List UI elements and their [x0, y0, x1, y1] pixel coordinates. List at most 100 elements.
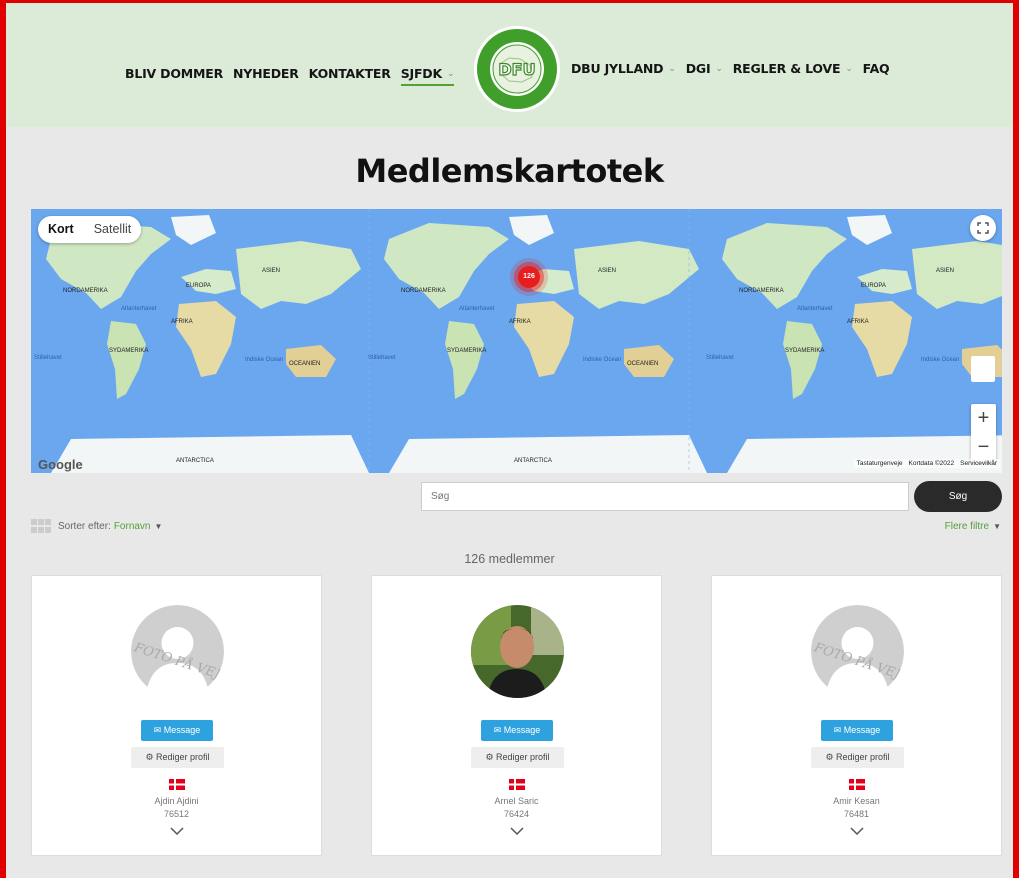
- chevron-down-icon: ⌄: [715, 63, 723, 74]
- map-label-oceania: OCEANIEN: [627, 361, 659, 367]
- member-map[interactable]: NORDAMERIKA EUROPA ASIEN AFRIKA SYDAMERI…: [31, 209, 1002, 473]
- map-label-africa: AFRIKA: [847, 319, 869, 325]
- envelope-icon: ✉: [153, 725, 162, 735]
- member-card: ✉ Message ⚙ Rediger profil Arnel Saric 7…: [371, 575, 662, 856]
- grid-view-icon[interactable]: [31, 519, 51, 533]
- zoom-out-button[interactable]: −: [971, 433, 996, 462]
- main-nav-right: DBU JYLLAND ⌄ DGI ⌄ REGLER & LOVE ⌄ FAQ: [571, 61, 899, 76]
- map-label-pacific: Stillehavet: [368, 355, 396, 361]
- map-type-map-button[interactable]: Kort: [38, 216, 84, 243]
- map-label-pacific: Stillehavet: [706, 355, 734, 361]
- message-button[interactable]: ✉ Message: [481, 720, 553, 741]
- map-tiles: [46, 209, 1002, 473]
- fullscreen-icon: [977, 222, 989, 234]
- map-label-europe: EUROPA: [861, 283, 886, 289]
- chevron-down-icon[interactable]: [169, 826, 185, 836]
- message-button[interactable]: ✉ Message: [141, 720, 213, 741]
- gear-icon: ⚙: [145, 752, 154, 762]
- map-label-indian: Indiske Ocean: [921, 357, 960, 363]
- map-label-africa: AFRIKA: [171, 319, 193, 325]
- fullscreen-button[interactable]: [970, 215, 996, 241]
- nav-item-nyheder[interactable]: NYHEDER: [233, 66, 299, 81]
- nav-item-dbu-jylland[interactable]: DBU JYLLAND ⌄: [571, 61, 676, 76]
- sort-label: Sorter efter:: [58, 520, 111, 532]
- map-label-south-america: SYDAMERIKA: [785, 348, 825, 354]
- edit-profile-button[interactable]: ⚙ Rediger profil: [131, 747, 224, 768]
- map-label-pacific: Stillehavet: [34, 355, 62, 361]
- member-name: Arnel Saric: [494, 796, 539, 806]
- page-title: Medlemskartotek: [355, 152, 664, 190]
- message-label: Message: [843, 725, 881, 735]
- sort-control: Sorter efter: Fornavn ▼: [31, 519, 162, 533]
- zoom-in-button[interactable]: +: [971, 404, 996, 433]
- member-name: Ajdin Ajdini: [154, 796, 199, 806]
- map-label-africa: AFRIKA: [509, 319, 531, 325]
- sort-select[interactable]: Fornavn: [114, 521, 151, 532]
- danish-flag-icon: [169, 779, 185, 790]
- main-nav-left: BLIV DOMMER NYHEDER KONTAKTER SJFDK ⌄: [125, 61, 464, 86]
- edit-profile-label: Rediger profil: [156, 752, 210, 762]
- terms-link[interactable]: Servicevilkår: [960, 460, 997, 467]
- caret-down-icon: ▼: [154, 521, 163, 531]
- nav-item-regler-love[interactable]: REGLER & LOVE ⌄: [733, 61, 853, 76]
- search-button[interactable]: Søg: [914, 481, 1002, 512]
- message-button[interactable]: ✉ Message: [821, 720, 893, 741]
- nav-item-label: SJFDK: [400, 66, 442, 81]
- map-label-oceania: OCEANIEN: [289, 361, 321, 367]
- nav-item-kontakter[interactable]: KONTAKTER: [309, 66, 391, 81]
- more-filters-label: Flere filtre: [944, 521, 990, 532]
- map-label-north-america: NORDAMERIKA: [739, 288, 784, 294]
- member-count: 126 medlemmer: [464, 552, 555, 566]
- nav-item-dgi[interactable]: DGI ⌄: [686, 61, 723, 76]
- envelope-icon: ✉: [833, 725, 842, 735]
- map-label-north-america: NORDAMERIKA: [63, 288, 108, 294]
- map-footer: Tastaturgenveje Kortdata ©2022 Servicevi…: [853, 459, 1000, 468]
- logo-text: DFU: [498, 60, 535, 79]
- map-label-europe: EUROPA: [186, 283, 211, 289]
- danish-flag-icon: [849, 779, 865, 790]
- chevron-down-icon[interactable]: [509, 826, 525, 836]
- message-label: Message: [163, 725, 201, 735]
- map-type-toggle: Kort Satellit: [38, 216, 142, 243]
- chevron-down-icon: ⌄: [446, 68, 455, 79]
- edit-profile-label: Rediger profil: [496, 752, 550, 762]
- member-search-input[interactable]: [421, 482, 909, 511]
- message-label: Message: [503, 725, 541, 735]
- map-label-south-america: SYDAMERIKA: [109, 348, 149, 354]
- avatar-photo[interactable]: [471, 605, 564, 698]
- map-type-satellite-button[interactable]: Satellit: [83, 216, 142, 243]
- map-label-asia: ASIEN: [262, 268, 281, 274]
- site-logo[interactable]: DFU: [472, 24, 562, 114]
- nav-item-label: REGLER & LOVE: [732, 61, 841, 76]
- chevron-down-icon[interactable]: [849, 826, 865, 836]
- nav-item-label: DGI: [685, 61, 711, 76]
- google-logo: Google: [38, 457, 83, 472]
- edit-profile-label: Rediger profil: [836, 752, 890, 762]
- avatar-placeholder[interactable]: FOTO PÅ VEJ: [131, 605, 224, 698]
- chevron-down-icon: ⌄: [845, 63, 853, 74]
- avatar-placeholder[interactable]: FOTO PÅ VEJ: [811, 605, 904, 698]
- member-card: FOTO PÅ VEJ ✉ Message ⚙ Rediger profil A…: [711, 575, 1002, 856]
- map-label-indian: Indiske Ocean: [583, 357, 622, 363]
- edit-profile-button[interactable]: ⚙ Rediger profil: [471, 747, 564, 768]
- nav-item-label: DBU JYLLAND: [571, 61, 664, 76]
- member-cluster-marker[interactable]: 126: [518, 266, 540, 288]
- map-label-atlantic: Atlanterhavet: [459, 306, 495, 312]
- street-view-button[interactable]: [971, 356, 995, 382]
- caret-down-icon: ▼: [993, 522, 1001, 531]
- map-label-indian: Indiske Ocean: [245, 357, 284, 363]
- chevron-down-icon: ⌄: [668, 63, 676, 74]
- more-filters-toggle[interactable]: Flere filtre ▼: [945, 521, 1001, 532]
- nav-item-faq[interactable]: FAQ: [863, 61, 890, 76]
- member-name: Amir Kesan: [833, 796, 880, 806]
- edit-profile-button[interactable]: ⚙ Rediger profil: [811, 747, 904, 768]
- keyboard-shortcuts-link[interactable]: Tastaturgenveje: [857, 460, 903, 467]
- nav-item-sjfdk[interactable]: SJFDK ⌄: [400, 66, 455, 86]
- zoom-control: + −: [971, 404, 996, 462]
- member-number: 76512: [163, 809, 190, 819]
- map-label-south-america: SYDAMERIKA: [447, 348, 487, 354]
- member-number: 76481: [843, 809, 870, 819]
- nav-item-bliv-dommer[interactable]: BLIV DOMMER: [125, 66, 223, 81]
- gear-icon: ⚙: [485, 752, 494, 762]
- danish-flag-icon: [509, 779, 525, 790]
